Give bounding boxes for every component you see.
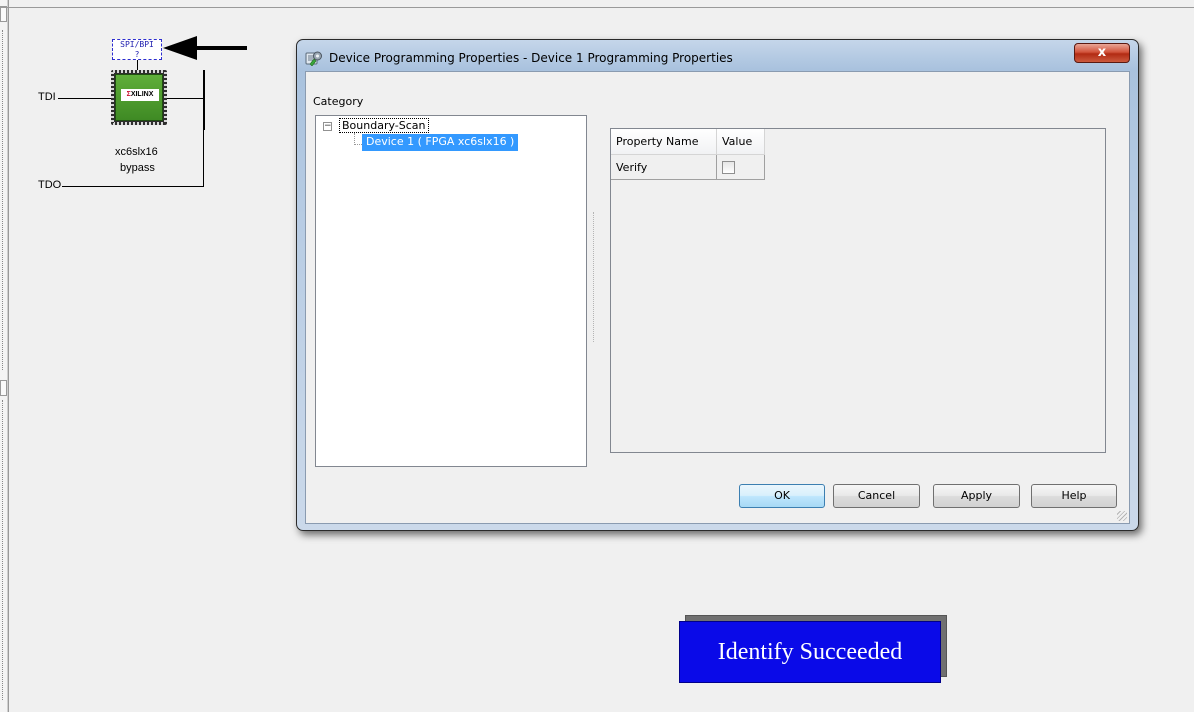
property-grid: Property Name Value Verify (610, 128, 1106, 453)
arrow-left-icon (163, 36, 197, 60)
tdi-wire (58, 98, 112, 99)
resize-grip[interactable] (1117, 511, 1127, 521)
dialog-client-area: Category − Boundary-Scan Device 1 ( FPGA… (305, 71, 1130, 524)
device-state-label: bypass (120, 162, 155, 174)
status-banner: Identify Succeeded (679, 621, 941, 683)
tdo-label: TDO (38, 179, 62, 191)
tree-item-device-1[interactable]: Device 1 ( FPGA xc6slx16 ) (362, 134, 519, 151)
table-row: Verify (611, 155, 765, 180)
device-programming-properties-dialog: Device Programming Properties - Device 1… (296, 39, 1139, 531)
grid-header: Property Name Value (611, 129, 765, 155)
canvas-left-border (8, 0, 9, 712)
dialog-title-bar[interactable]: Device Programming Properties - Device 1… (305, 49, 733, 67)
ruler-handle-top[interactable] (0, 6, 7, 22)
canvas-ruler (0, 0, 8, 712)
dialog-title: Device Programming Properties - Device 1… (329, 51, 733, 65)
column-header-property-name[interactable]: Property Name (611, 129, 717, 155)
xilinx-chip-icon[interactable]: ΣXILINX (111, 70, 167, 125)
cancel-button[interactable]: Cancel (833, 484, 920, 508)
column-header-value[interactable]: Value (717, 129, 765, 155)
category-tree[interactable]: − Boundary-Scan Device 1 ( FPGA xc6slx16… (315, 115, 587, 467)
verify-checkbox[interactable] (722, 160, 735, 174)
category-label: Category (313, 95, 364, 108)
chip-out-wire (167, 98, 203, 99)
flash-attach-box[interactable]: SPI/BPI ? (112, 39, 162, 60)
close-button[interactable]: x (1074, 43, 1130, 63)
chip-right-wire (203, 70, 205, 130)
tdi-label: TDI (38, 91, 56, 103)
ruler-dots-lower (2, 400, 5, 700)
panel-splitter[interactable] (593, 212, 595, 342)
flash-box-sub: ? (134, 50, 140, 59)
tdo-wire (62, 186, 204, 187)
tree-connector (354, 133, 362, 145)
ruler-dots (2, 30, 5, 370)
close-icon: x (1097, 45, 1107, 60)
flash-box-label: SPI/BPI (120, 40, 154, 49)
arrow-shaft (196, 46, 247, 50)
flash-link-wire (137, 60, 138, 70)
property-name-cell: Verify (611, 155, 717, 180)
chip-brand-label: ΣXILINX (121, 89, 159, 101)
ok-button[interactable]: OK (739, 484, 825, 508)
tree-item-boundary-scan[interactable]: Boundary-Scan (339, 118, 429, 133)
apply-button[interactable]: Apply (933, 484, 1020, 508)
device-name-label: xc6slx16 (115, 146, 158, 158)
property-value-cell (717, 155, 765, 180)
ruler-handle-mid[interactable] (0, 380, 7, 396)
return-wire (203, 129, 204, 186)
tree-collapse-icon[interactable]: − (323, 122, 332, 131)
canvas-top-border (0, 7, 1194, 8)
programming-properties-icon (305, 50, 323, 67)
help-button[interactable]: Help (1031, 484, 1117, 508)
